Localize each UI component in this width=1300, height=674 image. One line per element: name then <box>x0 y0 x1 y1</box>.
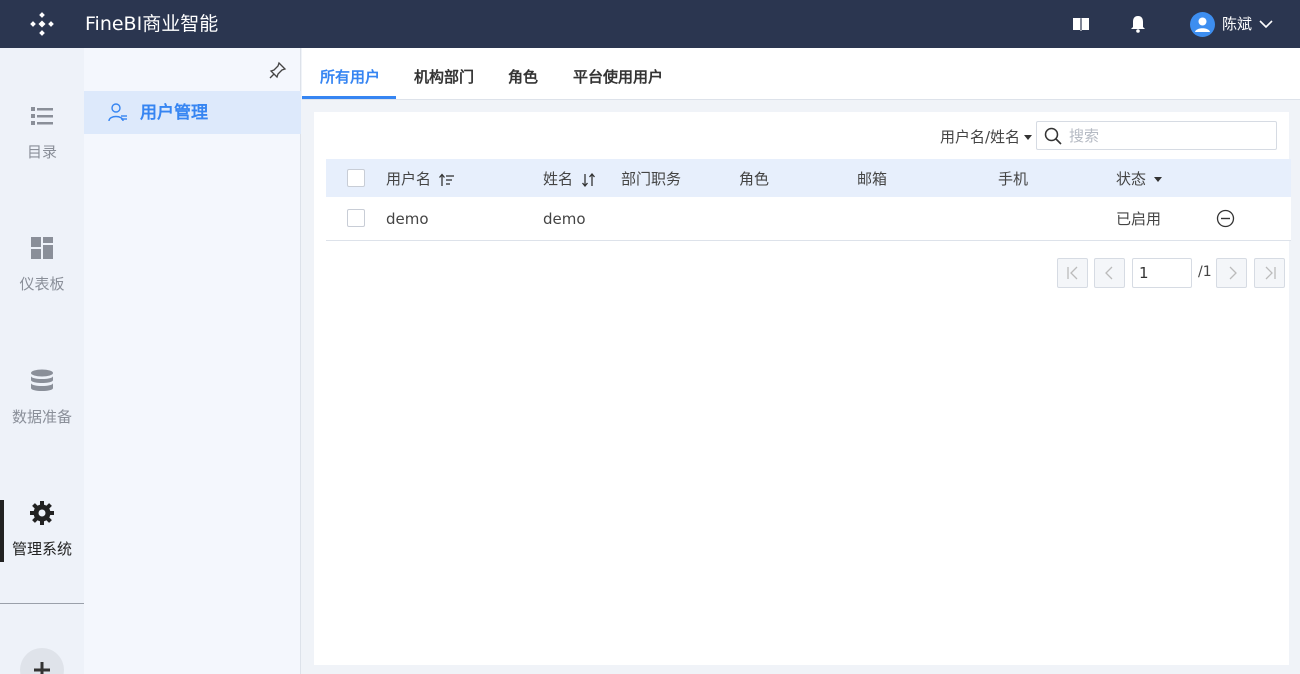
left-nav: 目录 仪表板 数据准备 管理系统 <box>0 48 84 674</box>
user-avatar-icon <box>1195 17 1210 32</box>
first-page-button[interactable] <box>1057 258 1088 288</box>
nav-item-data-prep[interactable]: 数据准备 <box>0 368 84 448</box>
user-manage-icon <box>108 103 127 122</box>
nav-label-system-admin: 管理系统 <box>11 540 72 558</box>
prev-page-button[interactable] <box>1094 258 1125 288</box>
chevron-left-icon <box>1105 266 1113 280</box>
nav-label-data-prep: 数据准备 <box>11 408 72 426</box>
select-all-checkbox[interactable] <box>347 169 365 187</box>
row-checkbox[interactable] <box>347 209 365 227</box>
column-header-department: 部门职务 <box>621 170 682 188</box>
tab-roles[interactable]: 角色 <box>508 66 538 87</box>
column-header-email: 邮箱 <box>857 170 888 188</box>
pin-icon[interactable] <box>269 61 287 79</box>
column-header-status[interactable]: 状态 <box>1116 170 1163 188</box>
column-label: 状态 <box>1116 170 1147 188</box>
chevron-down-icon[interactable] <box>1258 16 1274 32</box>
search-field-select[interactable]: 用户名/姓名 <box>940 126 1033 147</box>
caret-down-icon <box>1024 135 1033 140</box>
nav-active-indicator <box>0 500 4 562</box>
page-total: /1 <box>1198 264 1212 280</box>
last-page-icon <box>1265 266 1276 280</box>
last-page-button[interactable] <box>1254 258 1285 288</box>
admin-subpanel: 用户管理 <box>84 48 301 674</box>
list-icon <box>31 107 53 125</box>
nav-label-catalog: 目录 <box>26 143 57 161</box>
nav-divider <box>0 603 84 604</box>
first-page-icon <box>1067 266 1078 280</box>
plus-icon <box>34 662 50 674</box>
chevron-right-icon <box>1229 266 1237 280</box>
disable-user-icon[interactable] <box>1216 209 1235 228</box>
cell-status: 已启用 <box>1116 210 1162 228</box>
sort-toggle-icon[interactable] <box>581 172 597 187</box>
tab-platform-users[interactable]: 平台使用用户 <box>573 66 663 87</box>
user-name[interactable]: 陈斌 <box>1222 14 1252 34</box>
tab-departments[interactable]: 机构部门 <box>414 66 474 87</box>
table-header: 用户名 姓名 部门职务 角色 邮箱 手机 状态 <box>326 159 1291 197</box>
help-book-icon[interactable] <box>1071 14 1091 34</box>
tab-all-users[interactable]: 所有用户 <box>320 66 380 87</box>
nav-item-catalog[interactable]: 目录 <box>0 103 84 183</box>
gear-icon <box>30 501 54 525</box>
active-tab-indicator <box>302 96 396 99</box>
app-title: FineBI商业智能 <box>85 13 219 35</box>
cell-username: demo <box>386 210 429 228</box>
column-header-name[interactable]: 姓名 <box>543 170 597 188</box>
search-field-label: 用户名/姓名 <box>940 128 1021 146</box>
avatar[interactable] <box>1190 12 1215 37</box>
cell-name: demo <box>543 210 586 228</box>
top-bar: FineBI商业智能 陈斌 <box>0 0 1300 48</box>
sort-asc-icon[interactable] <box>438 172 455 187</box>
column-label: 姓名 <box>543 170 574 188</box>
nav-item-system-admin[interactable]: 管理系统 <box>0 500 84 580</box>
main-content: 用户名/姓名 用户名 <box>302 100 1300 674</box>
search-box <box>1036 121 1277 150</box>
nav-item-dashboard[interactable]: 仪表板 <box>0 235 84 315</box>
sidebar-item-label: 用户管理 <box>140 103 208 123</box>
column-header-role: 角色 <box>739 170 770 188</box>
column-label: 用户名 <box>386 170 432 188</box>
page-number-input[interactable] <box>1132 258 1192 288</box>
column-header-username[interactable]: 用户名 <box>386 170 455 188</box>
database-icon <box>31 369 53 391</box>
next-page-button[interactable] <box>1216 258 1247 288</box>
table-row[interactable]: demo demo 已启用 <box>326 197 1291 241</box>
nav-label-dashboard: 仪表板 <box>19 275 65 293</box>
column-header-phone: 手机 <box>998 170 1029 188</box>
add-button[interactable] <box>20 648 64 674</box>
user-list-card: 用户名/姓名 用户名 <box>314 112 1291 665</box>
caret-down-icon <box>1154 177 1163 182</box>
dashboard-icon <box>31 237 53 259</box>
search-icon <box>1044 127 1062 145</box>
finebi-logo-icon[interactable] <box>30 12 54 36</box>
sidebar-item-user-management[interactable]: 用户管理 <box>84 91 301 134</box>
search-input[interactable] <box>1069 124 1269 147</box>
bell-icon[interactable] <box>1128 14 1148 34</box>
user-tabs: 所有用户 机构部门 角色 平台使用用户 <box>302 48 1300 100</box>
